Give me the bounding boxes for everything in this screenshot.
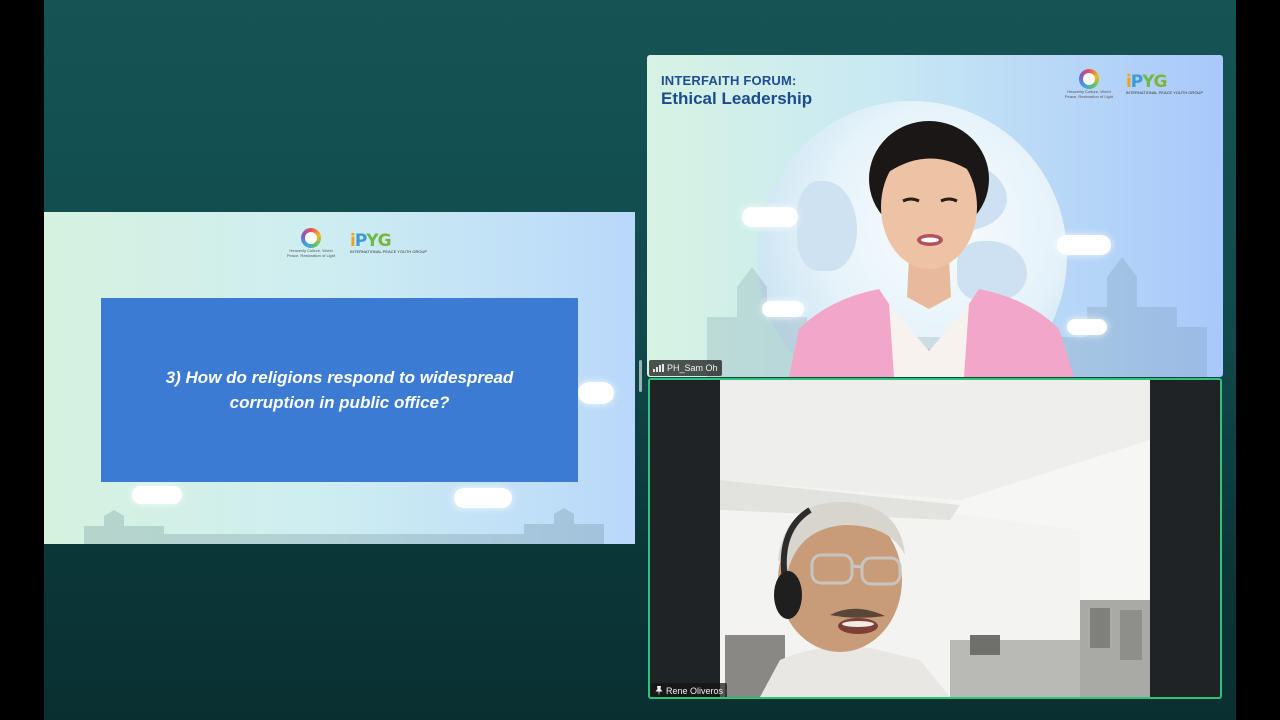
tile-logos: Heavenly Culture, World Peace, Restorati…	[1064, 69, 1203, 99]
ipyg-logo: iPYG INTERNATIONAL PEACE YOUTH GROUP	[1125, 71, 1203, 95]
question-text: 3) How do religions respond to widesprea…	[165, 368, 514, 412]
cloud-decoration	[578, 382, 614, 404]
ipyg-letter: P	[354, 230, 368, 251]
participant-video-rene-oliveros	[650, 380, 1220, 697]
organization-logo: Heavenly Culture, World Peace, Restorati…	[286, 228, 336, 258]
meeting-stage: Heavenly Culture, World Peace, Restorati…	[44, 0, 1236, 720]
resize-handle[interactable]	[639, 360, 642, 392]
pin-icon	[655, 686, 663, 696]
forum-title: INTERFAITH FORUM: Ethical Leadership	[661, 73, 812, 110]
ipyg-caption: INTERNATIONAL PEACE YOUTH GROUP	[1125, 89, 1203, 95]
forum-title-line1: INTERFAITH FORUM:	[661, 73, 797, 88]
participant-name-tag: Rene Oliveros	[651, 683, 728, 697]
skyline-decoration	[84, 508, 604, 544]
signal-strength-icon	[653, 364, 664, 372]
video-tile-sam-oh[interactable]: INTERFAITH FORUM: Ethical Leadership Hea…	[647, 55, 1223, 377]
rainbow-circle-logo-icon	[1078, 69, 1099, 89]
cloud-decoration	[132, 486, 182, 504]
logo-caption: Heavenly Culture, World Peace, Restorati…	[1064, 89, 1114, 99]
ipyg-letter: P	[1130, 71, 1144, 92]
participant-video-sam-oh	[789, 121, 1074, 377]
slide-logos: Heavenly Culture, World Peace, Restorati…	[286, 228, 427, 258]
organization-logo: Heavenly Culture, World Peace, Restorati…	[1064, 69, 1114, 99]
participant-name: Rene Oliveros	[666, 686, 724, 696]
participant-name: PH_Sam Oh	[667, 363, 718, 373]
ipyg-logo: iPYG INTERNATIONAL PEACE YOUTH GROUP	[350, 230, 428, 254]
forum-title-line2: Ethical Leadership	[661, 89, 813, 108]
ipyg-letter: G	[1153, 71, 1168, 92]
shared-slide: Heavenly Culture, World Peace, Restorati…	[44, 212, 635, 544]
rainbow-circle-logo-icon	[301, 228, 321, 248]
ipyg-letter: Y	[366, 230, 378, 251]
ipyg-letter: Y	[1142, 71, 1154, 92]
ipyg-caption: INTERNATIONAL PEACE YOUTH GROUP	[350, 248, 428, 254]
logo-caption: Heavenly Culture, World Peace, Restorati…	[286, 248, 336, 258]
video-tile-rene-oliveros[interactable]: Rene Oliveros	[648, 378, 1222, 699]
ipyg-letter: G	[377, 230, 392, 251]
question-box: 3) How do religions respond to widesprea…	[101, 298, 578, 482]
participant-name-tag: PH_Sam Oh	[649, 360, 722, 376]
